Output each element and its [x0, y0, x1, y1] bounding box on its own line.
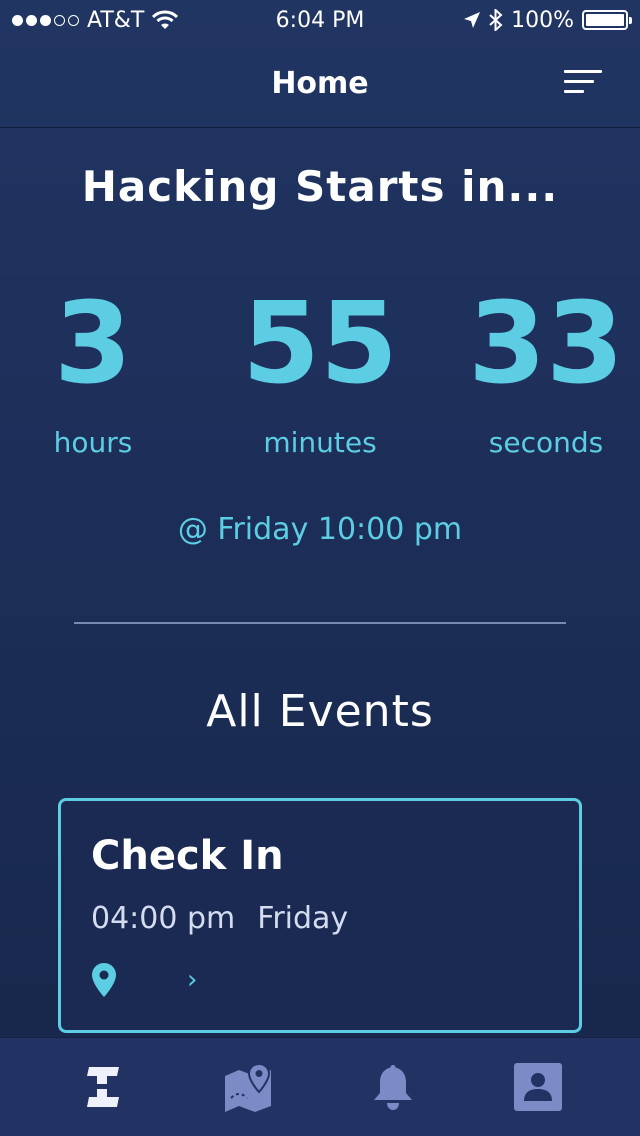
event-title: Check In: [91, 833, 284, 879]
chevron-right-icon: ›: [187, 965, 198, 995]
bluetooth-icon: [489, 9, 503, 31]
countdown-headline: Hacking Starts in...: [81, 162, 559, 211]
countdown-hours: 3 hours: [0, 288, 193, 459]
all-events-title: All Events: [206, 686, 434, 737]
start-time: @ Friday 10:00 pm: [177, 512, 463, 547]
status-bar: AT&T 6:04 PM 100%: [0, 0, 640, 40]
filter-menu-icon: [564, 70, 602, 73]
event-time-row: 04:00 pm Friday: [91, 901, 549, 936]
location-pin-icon: [92, 963, 116, 997]
hours-label: hours: [53, 426, 133, 459]
divider: [74, 622, 566, 624]
event-day: Friday: [257, 901, 349, 936]
status-left: AT&T: [12, 7, 179, 33]
page-title: Home: [271, 66, 369, 101]
tab-home[interactable]: [73, 1057, 133, 1117]
countdown-seconds: 33 seconds: [446, 288, 640, 459]
signal-strength-icon: [12, 14, 79, 26]
profile-icon: [513, 1063, 562, 1111]
tab-profile[interactable]: [508, 1057, 568, 1117]
tab-notifications[interactable]: [363, 1057, 423, 1117]
minutes-label: minutes: [263, 426, 377, 459]
home-logo-icon: [86, 1067, 119, 1107]
battery-icon: [582, 10, 632, 30]
event-card[interactable]: Check In 04:00 pm Friday ›: [58, 798, 582, 1033]
carrier-label: AT&T: [87, 7, 145, 33]
seconds-value: 33: [468, 279, 624, 409]
location-arrow-icon: [464, 12, 481, 28]
wifi-icon: [152, 10, 179, 29]
seconds-label: seconds: [488, 426, 604, 459]
tab-map[interactable]: [218, 1057, 278, 1117]
countdown-minutes: 55 minutes: [220, 288, 420, 459]
map-icon: [224, 1062, 271, 1112]
event-location-row: ›: [91, 962, 549, 998]
event-time: 04:00 pm: [91, 901, 236, 936]
hours-value: 3: [54, 279, 132, 409]
countdown: 3 hours 55 minutes 33 seconds: [0, 288, 640, 468]
status-right: 100%: [463, 7, 632, 33]
bell-icon: [373, 1065, 412, 1110]
minutes-value: 55: [242, 279, 398, 409]
filter-menu-button[interactable]: [564, 70, 602, 98]
tab-bar: [0, 1037, 640, 1136]
battery-percent: 100%: [511, 7, 574, 33]
nav-bar: Home: [0, 40, 640, 128]
